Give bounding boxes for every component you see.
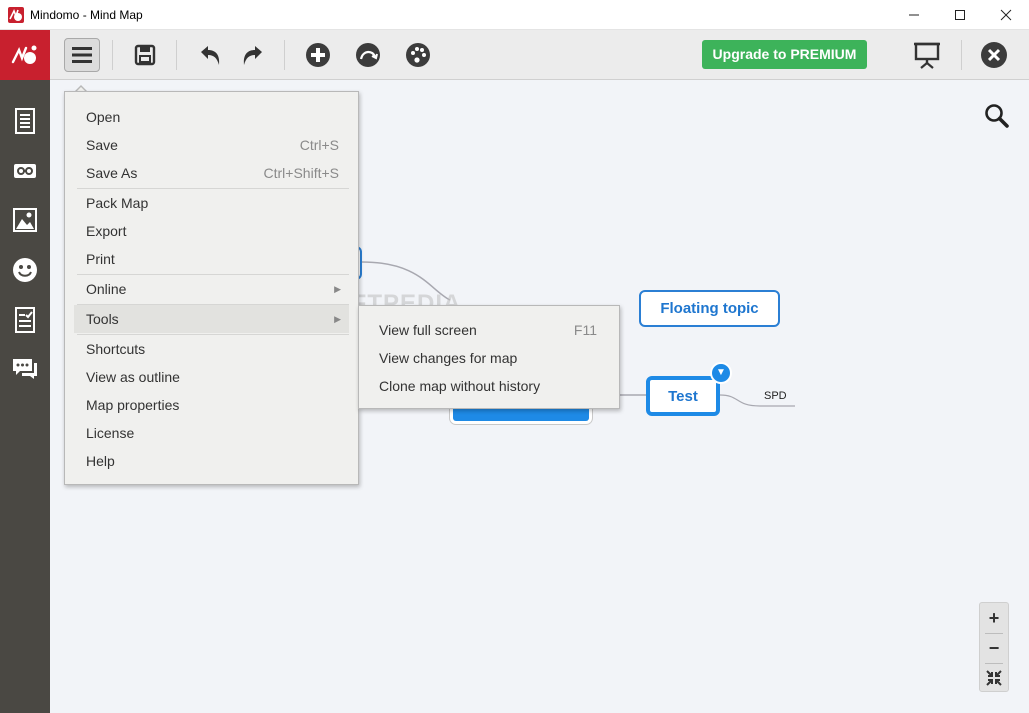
menu-item-shortcuts[interactable]: Shortcuts [74, 335, 349, 363]
menu-item-print[interactable]: Print [74, 245, 349, 273]
menu-item-label: Save As [86, 165, 138, 181]
test-topic[interactable]: Test [646, 376, 720, 416]
menu-item-label: License [86, 425, 135, 441]
menu-item-label: Open [86, 109, 121, 125]
menu-item-help[interactable]: Help [74, 447, 349, 475]
menu-item-label: View as outline [86, 369, 180, 385]
submenu-item-label: Clone map without history [379, 378, 541, 394]
submenu-item-label: View changes for map [379, 350, 518, 366]
menu-item-label: Export [86, 223, 127, 239]
submenu-arrow-icon: ▶ [334, 284, 341, 294]
subtopic-spd[interactable]: SPD [764, 390, 787, 402]
menu-item-online[interactable]: Online ▶ [74, 275, 349, 303]
submenu-item-label: View full screen [379, 322, 477, 338]
menu-item-label: Help [86, 453, 115, 469]
fit-to-screen-icon [986, 670, 1002, 686]
menu-item-license[interactable]: License [74, 419, 349, 447]
submenu-item-shortcut: F11 [573, 322, 597, 338]
submenu-item-view-full-screen[interactable]: View full screen F11 [369, 316, 611, 344]
floating-topic[interactable]: Floating topic [639, 290, 780, 327]
menu-item-shortcut: Ctrl+S [299, 137, 339, 153]
menu-item-export[interactable]: Export [74, 217, 349, 245]
menu-item-map-properties[interactable]: Map properties [74, 391, 349, 419]
menu-item-view-as-outline[interactable]: View as outline [74, 363, 349, 391]
menu-item-label: Shortcuts [86, 341, 146, 357]
search-icon[interactable] [984, 103, 1010, 129]
submenu-item-clone-map[interactable]: Clone map without history [369, 372, 611, 400]
zoom-out-button[interactable]: − [980, 633, 1008, 663]
menu-item-label: Map properties [86, 397, 180, 413]
topic-collapse-icon[interactable]: ▼ [710, 362, 732, 384]
menu-item-tools[interactable]: Tools ▶ [74, 305, 349, 333]
menu-item-shortcut: Ctrl+Shift+S [263, 165, 339, 181]
zoom-controls: + − [979, 602, 1009, 692]
menu-item-label: Online [86, 281, 127, 297]
submenu-item-view-changes[interactable]: View changes for map [369, 344, 611, 372]
menu-item-pack-map[interactable]: Pack Map [74, 189, 349, 217]
menu-item-save-as[interactable]: Save As Ctrl+Shift+S [74, 159, 349, 187]
menu-item-label: Save [86, 137, 118, 153]
menu-item-label: Pack Map [86, 195, 149, 211]
menu-item-open[interactable]: Open [74, 103, 349, 131]
menu-item-label: Print [86, 251, 115, 267]
menu-item-label: Tools [86, 311, 119, 327]
tools-submenu: View full screen F11 View changes for map… [358, 305, 620, 409]
fit-map-button[interactable] [980, 663, 1008, 693]
main-menu: Open Save Ctrl+S Save As Ctrl+Shift+S Pack… [64, 91, 359, 485]
submenu-arrow-icon: ▶ [334, 314, 341, 324]
zoom-in-button[interactable]: + [980, 603, 1008, 633]
menu-item-save[interactable]: Save Ctrl+S [74, 131, 349, 159]
